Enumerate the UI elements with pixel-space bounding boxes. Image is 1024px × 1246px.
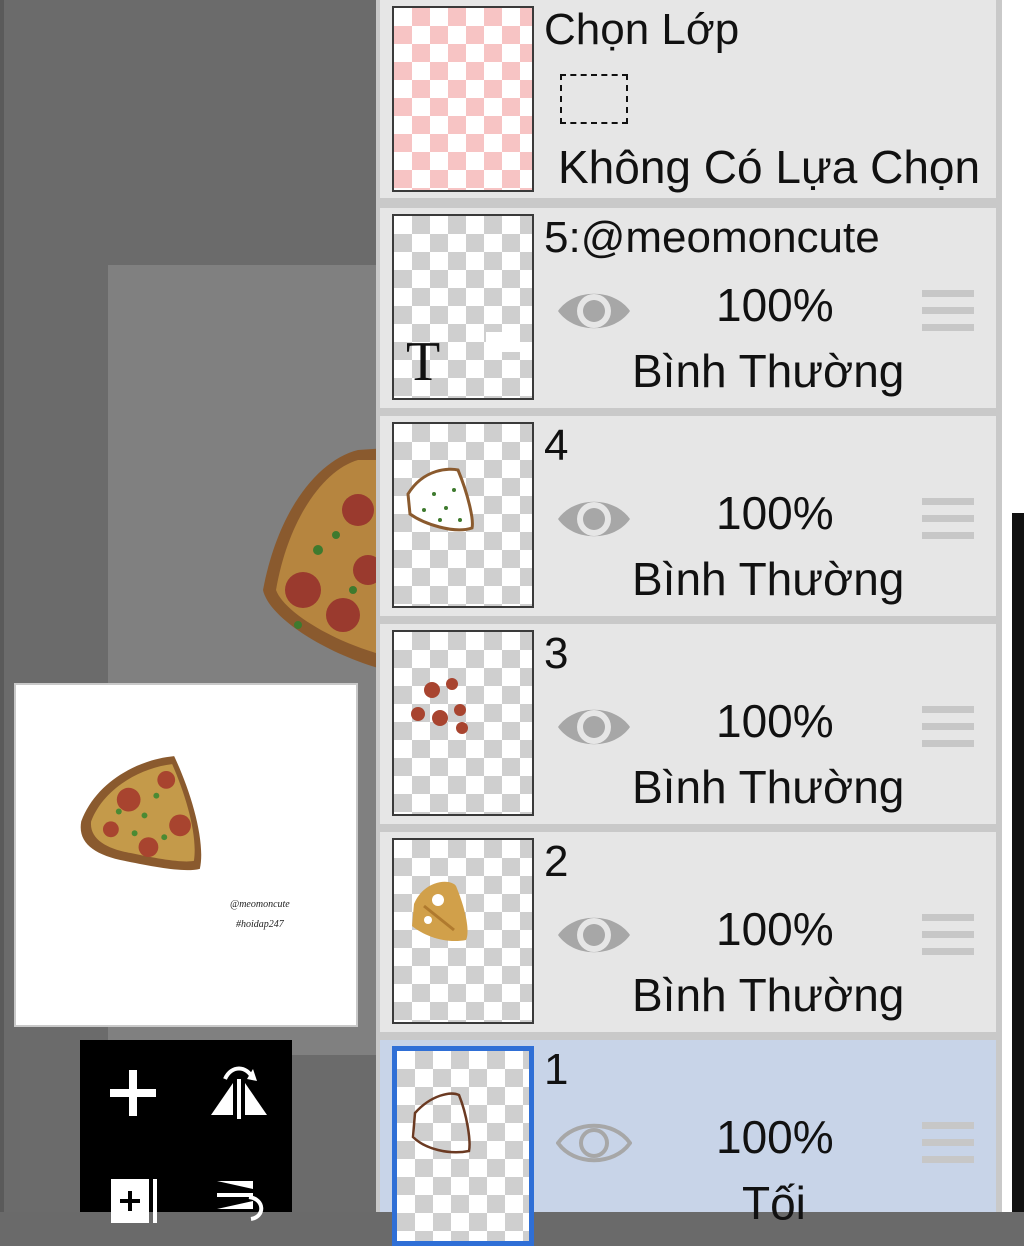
canvas-pizza-drawing — [263, 448, 388, 668]
visibility-eye-icon[interactable] — [556, 908, 632, 962]
layer-blend-mode[interactable]: Bình Thường — [632, 344, 904, 398]
selection-thumbnail — [392, 6, 534, 192]
layer-blend-mode[interactable]: Bình Thường — [632, 760, 904, 814]
add-layer-icon[interactable] — [98, 1058, 168, 1128]
layer-row[interactable]: 4 100% Bình Thường — [380, 416, 996, 616]
layer-toolbox — [80, 1040, 292, 1223]
layer-blend-mode[interactable]: Bình Thường — [632, 552, 904, 606]
flip-vertical-icon[interactable] — [204, 1160, 274, 1230]
visibility-eye-icon[interactable] — [556, 284, 632, 338]
visibility-eye-icon[interactable] — [556, 1116, 632, 1170]
scrollbar[interactable] — [1012, 513, 1024, 1212]
layer-opacity[interactable]: 100% — [716, 1110, 834, 1164]
selection-rect-icon — [560, 74, 628, 124]
drag-handle-icon[interactable] — [922, 1122, 974, 1166]
visibility-eye-icon[interactable] — [556, 700, 632, 754]
layer-row[interactable]: T 5:@meomoncute 100% Bình Thường — [380, 208, 996, 408]
layer-name: 5:@meomoncute — [544, 213, 880, 262]
layer-name: 4 — [544, 421, 569, 470]
layer-name: 3 — [544, 629, 569, 678]
layer-row-selected[interactable]: 1 100% Tối — [380, 1040, 996, 1246]
selection-layer-title: Chọn Lớp — [544, 5, 740, 54]
canvas-area[interactable] — [0, 0, 388, 1212]
layer-thumbnail — [392, 630, 534, 816]
flip-horizontal-icon[interactable] — [204, 1058, 274, 1128]
drag-handle-icon[interactable] — [922, 290, 974, 334]
layer-row[interactable]: 2 100% Bình Thường — [380, 832, 996, 1032]
canvas-preview: @meomoncute #hoidap247 — [14, 683, 358, 1027]
thumb-cheese — [412, 881, 468, 942]
canvas-edge — [0, 0, 4, 1212]
add-layer-alt-icon[interactable] — [98, 1160, 168, 1230]
drag-handle-icon[interactable] — [922, 914, 974, 958]
layer-thumbnail — [392, 1046, 534, 1246]
preview-watermark-line1: @meomoncute — [230, 899, 290, 910]
visibility-eye-icon[interactable] — [556, 492, 632, 546]
drag-handle-icon[interactable] — [922, 706, 974, 750]
selection-layer-row[interactable]: Chọn Lớp Không Có Lựa Chọn — [380, 0, 996, 198]
layer-opacity[interactable]: 100% — [716, 278, 834, 332]
preview-pizza — [80, 756, 202, 871]
preview-watermark-line2: #hoidap247 — [236, 919, 284, 930]
drag-handle-icon[interactable] — [922, 498, 974, 542]
layer-opacity[interactable]: 100% — [716, 694, 834, 748]
layer-opacity[interactable]: 100% — [716, 486, 834, 540]
thumb-pepperoni — [411, 678, 468, 734]
thumb-text-content — [486, 332, 520, 352]
layer-thumbnail — [392, 422, 534, 608]
layers-panel: Chọn Lớp Không Có Lựa Chọn T 5:@meomoncu… — [376, 0, 1002, 1246]
layer-blend-mode[interactable]: Tối — [742, 1176, 806, 1230]
layer-thumbnail — [392, 838, 534, 1024]
thumb-outline-herbs — [406, 467, 474, 532]
layer-blend-mode[interactable]: Bình Thường — [632, 968, 904, 1022]
layer-name: 1 — [544, 1045, 569, 1094]
layer-thumbnail: T — [392, 214, 534, 400]
thumb-outline — [411, 1092, 471, 1154]
layer-row[interactable]: 3 100% Bình Thường — [380, 624, 996, 824]
layer-opacity[interactable]: 100% — [716, 902, 834, 956]
selection-status: Không Có Lựa Chọn — [558, 141, 981, 193]
layer-name: 2 — [544, 837, 569, 886]
text-layer-icon: T — [406, 331, 441, 393]
